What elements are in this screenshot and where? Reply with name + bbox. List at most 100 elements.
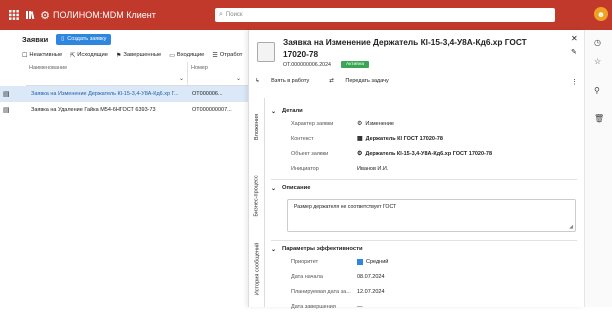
document-icon: ▤ [3,107,10,114]
table-row[interactable]: ▤ Заявка на Удаление Гайка M54-6НГОСТ 63… [0,102,248,118]
outgoing-icon: ⇱ [70,52,76,59]
list-icon: ☰ [212,52,218,59]
tab-business-process-label: Бизнес-процесс [254,175,261,217]
row-name: Заявка на Изменение Держатель Кl-15-3,4-… [31,91,179,97]
page-title: Заявки [22,34,49,44]
take-to-work-button[interactable]: ↳ Взять в работу [255,78,319,84]
field-request-type: Характер заявки ⚙ Изменение [271,116,577,131]
field-label: Приоритет [291,258,319,265]
field-value: ⚙ Изменение [357,120,394,128]
divider [271,179,577,180]
app-title: ПОЛИНОМ:MDM Клиент [53,10,156,20]
tab-label: Исходящие [77,52,108,58]
efficiency-section-header[interactable]: ⌄ Параметры эффективности [271,244,577,254]
more-menu-icon[interactable]: ⋮ [571,78,578,86]
requests-list-panel: Заявки ▯ Создать заявку ☐ Неактивные ⇱ Исх… [0,30,248,307]
table-row[interactable]: ▤ Заявка на Изменение Держатель Кl-15-3,… [0,86,248,102]
checkbox-icon: ☐ [22,52,28,59]
edit-icon[interactable]: ✎ [571,48,577,56]
tab-label: Неактивные [29,52,63,58]
gear-icon: ⚙ [357,121,363,127]
tab-outgoing[interactable]: ⇱ Исходящие [70,52,108,59]
star-icon[interactable]: ☆ [594,57,601,66]
chevron-down-icon[interactable]: ⌄ [271,108,276,115]
search-input[interactable]: ⌕ Поиск [215,8,555,22]
grid-icon[interactable] [7,8,21,22]
field-label: Дата начала [291,273,323,280]
document-icon [257,42,275,62]
description-textarea[interactable]: Размер держателя не соответствует ГОСТ ◢ [287,199,576,232]
field-value: Средний [357,258,388,265]
value-text: Изменение [365,120,394,127]
trash-icon[interactable]: 🗑 [594,114,604,123]
chevron-down-icon[interactable]: ⌄ [271,246,276,253]
detail-actions: ↳ Взять в работу ⇄ Передать задачу [255,78,409,84]
detail-header: Заявка на Изменение Держатель Кl-15-3,4-… [249,30,585,90]
tab-label: Завершенные [123,52,162,58]
column-name[interactable]: Наименование ⌄ [26,62,188,85]
divider [271,240,577,241]
description-section-title: Описание [282,185,311,191]
resize-handle-icon[interactable]: ◢ [569,224,573,230]
field-value: 12.07.2024 [357,288,385,295]
field-priority: Приоритет Средний [271,254,577,269]
details-section-header[interactable]: ⌄ Детали [271,106,577,116]
field-context: Контекст ▦ Держатель Кl ГОСТ 17020-78 [271,131,577,146]
transfer-task-label: Передать задачу [345,78,389,84]
tab-label: Отработ [219,52,243,58]
chevron-down-icon[interactable]: ⌄ [271,185,276,192]
field-initiator: Инициатор Иванов И.И. [271,161,577,176]
field-label: Характер заявки [291,120,334,127]
library-icon[interactable] [23,8,37,22]
tab-business-process[interactable]: Бизнес-процесс [251,160,263,232]
description-text: Размер держателя не соответствует ГОСТ [294,204,397,210]
tab-inactive[interactable]: ☐ Неактивные [22,52,62,59]
field-value[interactable]: ▦ Держатель Кl ГОСТ 17020-78 [357,135,443,143]
field-label: Объект заявки [291,150,329,157]
details-section-title: Детали [282,108,303,114]
efficiency-section-title: Параметры эффективности [282,246,363,252]
field-label: Контекст [291,135,314,142]
user-avatar-icon[interactable]: ☻ [594,7,608,21]
tab-completed[interactable]: ⚑ Завершенные [116,52,161,59]
request-code: ОТ.000000006.2024 [283,62,332,68]
detail-content: ⌄ Детали Характер заявки ⚙ Изменение Конт… [271,106,577,314]
tab-incoming[interactable]: ▭ Входящие [169,52,204,59]
chevron-down-icon[interactable]: ⌄ [236,75,241,82]
vertical-tabs: Вложения Бизнес-процесс История сообщени… [249,98,265,307]
status-badge: Активна [341,61,370,68]
take-to-work-label: Взять в работу [271,78,310,84]
field-planned-date: Планируемая дата за... 12.07.2024 [271,284,577,299]
chevron-down-icon[interactable]: ⌄ [179,75,184,82]
top-bar: ⚙ ПОЛИНОМ:MDM Клиент ⌕ Поиск ☻ [0,0,612,30]
tab-label: Входящие [176,52,205,58]
field-value[interactable]: ⚙ Держатель Кl-15-3,4-У8А-Кд6.хр ГОСТ 170… [357,150,493,158]
tab-attachments[interactable]: Вложения [251,103,263,151]
pin-icon[interactable]: ⚲ [594,86,600,95]
row-number: ОТ000006... [192,91,223,97]
column-number[interactable]: Номер ⌄ [188,62,244,85]
create-request-label: Создать заявку [67,36,107,42]
value-text: Держатель Кl-15-3,4-У8А-Кд6.хр ГОСТ 1702… [365,150,493,157]
tab-message-history[interactable]: История сообщений [251,234,263,304]
transfer-icon: ⇄ [329,78,336,84]
field-value: Иванов И.И. [357,166,388,172]
row-name: Заявка на Удаление Гайка M54-6НГОСТ 6393… [31,107,156,113]
column-number-label: Номер [191,65,208,71]
search-icon: ⌕ [219,11,223,18]
document-icon: ▤ [3,91,10,98]
field-start-date: Дата начала 08.07.2024 [271,269,577,284]
description-section-header[interactable]: ⌄ Описание [271,183,577,193]
right-rail: ◷ ☆ ⚲ 🗑 [584,30,612,307]
tab-attachments-label: Вложения [254,113,261,141]
transfer-task-button[interactable]: ⇄ Передать задачу [329,78,399,84]
create-request-button[interactable]: ▯ Создать заявку [56,33,112,45]
clock-icon[interactable]: ◷ [594,38,601,47]
close-icon[interactable]: ✕ [571,34,578,43]
doc-icon: ▯ [61,36,65,42]
column-name-label: Наименование [29,65,68,71]
tab-processed[interactable]: ☰ Отработ [212,52,242,59]
field-label: Планируемая дата за... [291,288,351,295]
value-text: Иванов И.И. [357,165,389,172]
detail-title: Заявка на Изменение Держатель Кl-15-3,4-… [283,37,527,59]
